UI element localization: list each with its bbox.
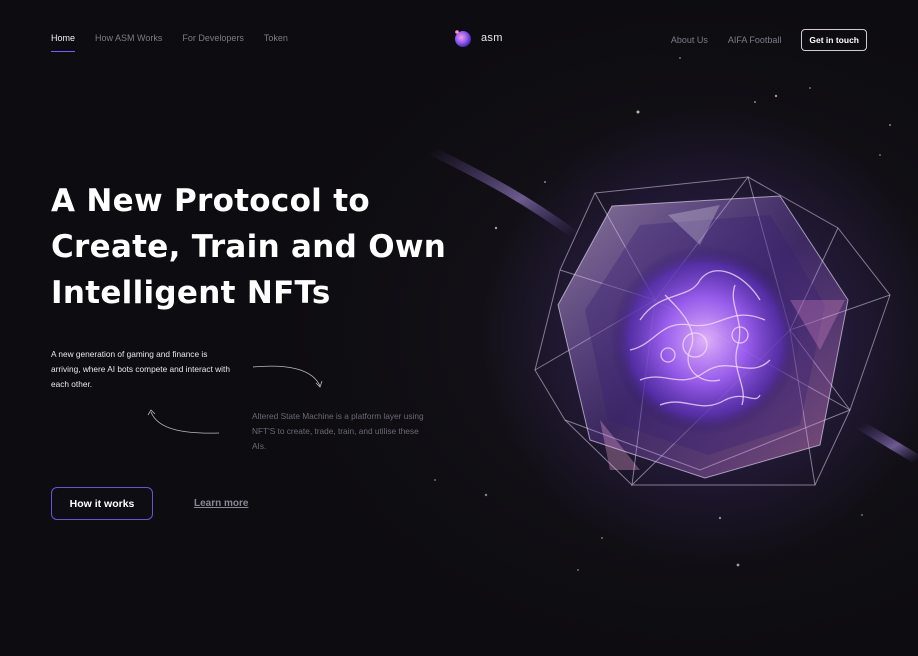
- learn-more-link[interactable]: Learn more: [194, 498, 248, 509]
- how-it-works-button[interactable]: How it works: [51, 487, 153, 520]
- decorative-arrows: [147, 365, 323, 434]
- curved-arrow-down-right-icon: [252, 365, 323, 388]
- curved-arrow-up-left-icon: [147, 409, 220, 434]
- landing-page: Home How ASM Works For Developers Token …: [0, 0, 918, 656]
